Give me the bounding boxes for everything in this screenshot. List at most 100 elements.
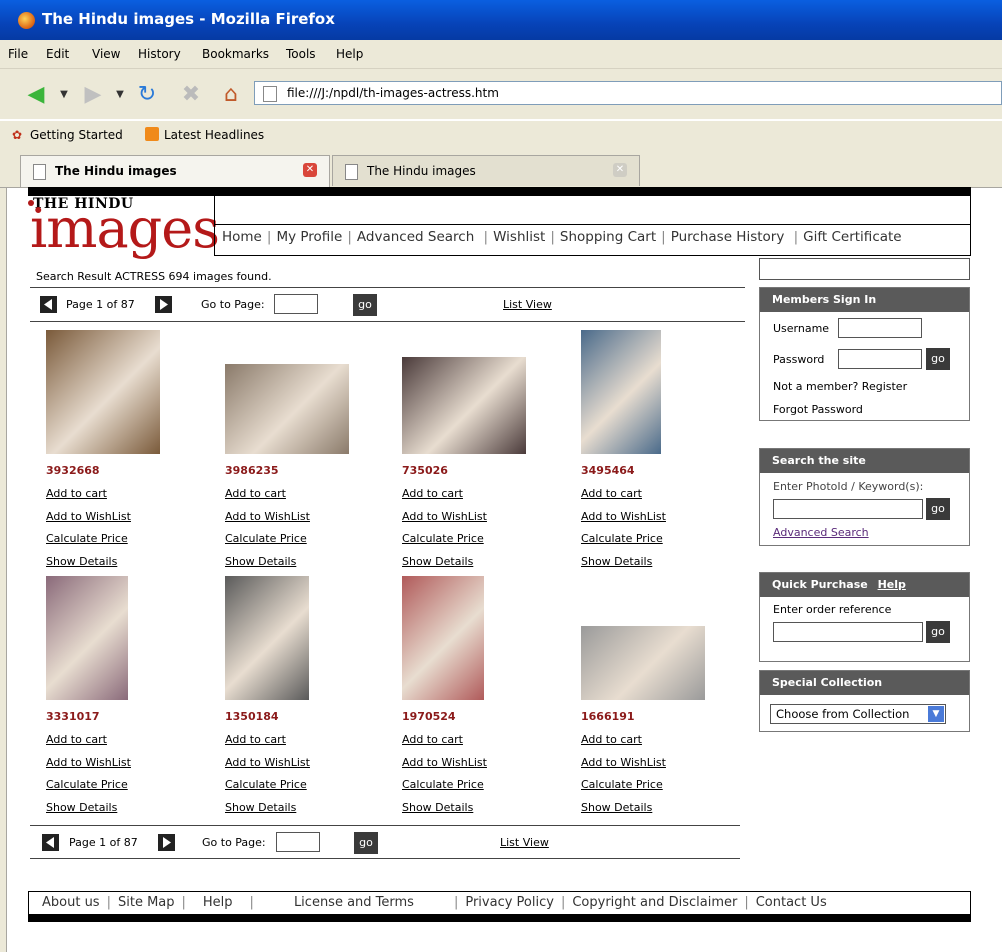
add-to-cart-link[interactable]: Add to cart [581,487,642,500]
footer-help[interactable]: Help [203,895,233,910]
result-thumbnail[interactable] [581,626,705,700]
footer-about-us[interactable]: About us [42,895,100,910]
menu-bookmarks[interactable]: Bookmarks [202,47,269,61]
goto-page-button[interactable]: go [354,832,378,854]
calculate-price-link[interactable]: Calculate Price [46,532,128,545]
close-tab-icon[interactable]: ✕ [613,163,627,177]
add-to-wishlist-link[interactable]: Add to WishList [581,756,666,769]
goto-page-input[interactable] [274,294,318,314]
menu-view[interactable]: View [92,47,120,61]
stop-icon[interactable]: ✖ [176,80,206,108]
result-thumbnail[interactable] [46,330,160,454]
add-to-wishlist-link[interactable]: Add to WishList [225,510,310,523]
result-thumbnail[interactable] [581,330,661,454]
next-page-icon[interactable] [155,296,172,313]
tab-the-hindu-images-active[interactable]: The Hindu images ✕ [20,155,330,187]
calculate-price-link[interactable]: Calculate Price [402,532,484,545]
search-site-button[interactable]: go [926,498,950,520]
result-thumbnail[interactable] [225,576,309,700]
forgot-password-link[interactable]: Forgot Password [773,403,863,416]
add-to-cart-link[interactable]: Add to cart [402,733,463,746]
show-details-link[interactable]: Show Details [581,555,652,568]
sign-in-button[interactable]: go [926,348,950,370]
nav-wishlist[interactable]: Wishlist [493,229,545,245]
nav-my-profile[interactable]: My Profile [276,229,342,245]
add-to-wishlist-link[interactable]: Add to WishList [225,756,310,769]
quick-purchase-button[interactable]: go [926,621,950,643]
footer-copyright[interactable]: Copyright and Disclaimer [572,895,737,910]
calculate-price-link[interactable]: Calculate Price [225,778,307,791]
site-logo[interactable]: THE HINDU images [28,196,220,256]
reload-icon[interactable]: ↻ [132,80,162,108]
back-icon[interactable]: ◀ [20,80,52,108]
show-details-link[interactable]: Show Details [581,801,652,814]
add-to-cart-link[interactable]: Add to cart [225,487,286,500]
add-to-wishlist-link[interactable]: Add to WishList [581,510,666,523]
menu-edit[interactable]: Edit [46,47,69,61]
calculate-price-link[interactable]: Calculate Price [46,778,128,791]
footer-site-map[interactable]: Site Map [118,895,175,910]
footer-contact-us[interactable]: Contact Us [756,895,827,910]
result-thumbnail[interactable] [46,576,128,700]
calculate-price-link[interactable]: Calculate Price [402,778,484,791]
result-thumbnail[interactable] [402,576,484,700]
advanced-search-link[interactable]: Advanced Search [773,526,869,539]
next-page-icon[interactable] [158,834,175,851]
menu-tools[interactable]: Tools [286,47,316,61]
show-details-link[interactable]: Show Details [46,801,117,814]
add-to-wishlist-link[interactable]: Add to WishList [46,510,131,523]
show-details-link[interactable]: Show Details [225,801,296,814]
tab-the-hindu-images[interactable]: The Hindu images ✕ [332,155,640,186]
nav-shopping-cart[interactable]: Shopping Cart [560,229,656,245]
username-input[interactable] [838,318,922,338]
special-collection-box: Special Collection Choose from Collectio… [759,670,970,732]
prev-page-icon[interactable] [42,834,59,851]
sidebar-top-input[interactable] [759,258,970,280]
add-to-wishlist-link[interactable]: Add to WishList [402,510,487,523]
show-details-link[interactable]: Show Details [402,801,473,814]
close-tab-icon[interactable]: ✕ [303,163,317,177]
add-to-wishlist-link[interactable]: Add to WishList [46,756,131,769]
collection-select[interactable]: Choose from Collection ▼ [770,704,946,724]
calculate-price-link[interactable]: Calculate Price [581,778,663,791]
menu-help[interactable]: Help [336,47,363,61]
list-view-link[interactable]: List View [500,836,549,849]
add-to-cart-link[interactable]: Add to cart [46,733,107,746]
register-link[interactable]: Not a member? Register [773,380,907,393]
show-details-link[interactable]: Show Details [402,555,473,568]
result-thumbnail[interactable] [225,364,349,454]
forward-icon[interactable]: ▶ [78,80,108,108]
add-to-cart-link[interactable]: Add to cart [402,487,463,500]
add-to-cart-link[interactable]: Add to cart [225,733,286,746]
goto-page-button[interactable]: go [353,294,377,316]
nav-purchase-history[interactable]: Purchase History [671,229,785,245]
result-thumbnail[interactable] [402,357,526,454]
show-details-link[interactable]: Show Details [46,555,117,568]
add-to-wishlist-link[interactable]: Add to WishList [402,756,487,769]
home-icon[interactable]: ⌂ [216,80,246,108]
password-input[interactable] [838,349,922,369]
bookmark-latest-headlines[interactable]: Latest Headlines [164,128,264,142]
add-to-cart-link[interactable]: Add to cart [46,487,107,500]
calculate-price-link[interactable]: Calculate Price [581,532,663,545]
calculate-price-link[interactable]: Calculate Price [225,532,307,545]
address-bar[interactable]: file:///J:/npdl/th-images-actress.htm [254,81,1002,105]
footer-privacy-policy[interactable]: Privacy Policy [465,895,554,910]
bookmark-getting-started[interactable]: Getting Started [30,128,123,142]
nav-advanced-search[interactable]: Advanced Search [357,229,474,245]
footer-license[interactable]: License and Terms [294,895,414,910]
list-view-link[interactable]: List View [503,298,552,311]
order-reference-input[interactable] [773,622,923,642]
menu-file[interactable]: File [8,47,28,61]
search-site-input[interactable] [773,499,923,519]
goto-page-input[interactable] [276,832,320,852]
back-dropdown-icon[interactable]: ▼ [58,80,70,108]
quick-purchase-help-link[interactable]: Help [878,578,906,591]
nav-home[interactable]: Home [222,229,262,245]
forward-dropdown-icon[interactable]: ▼ [114,80,126,108]
add-to-cart-link[interactable]: Add to cart [581,733,642,746]
prev-page-icon[interactable] [40,296,57,313]
nav-gift-certificate[interactable]: Gift Certificate [803,229,901,245]
menu-history[interactable]: History [138,47,181,61]
show-details-link[interactable]: Show Details [225,555,296,568]
